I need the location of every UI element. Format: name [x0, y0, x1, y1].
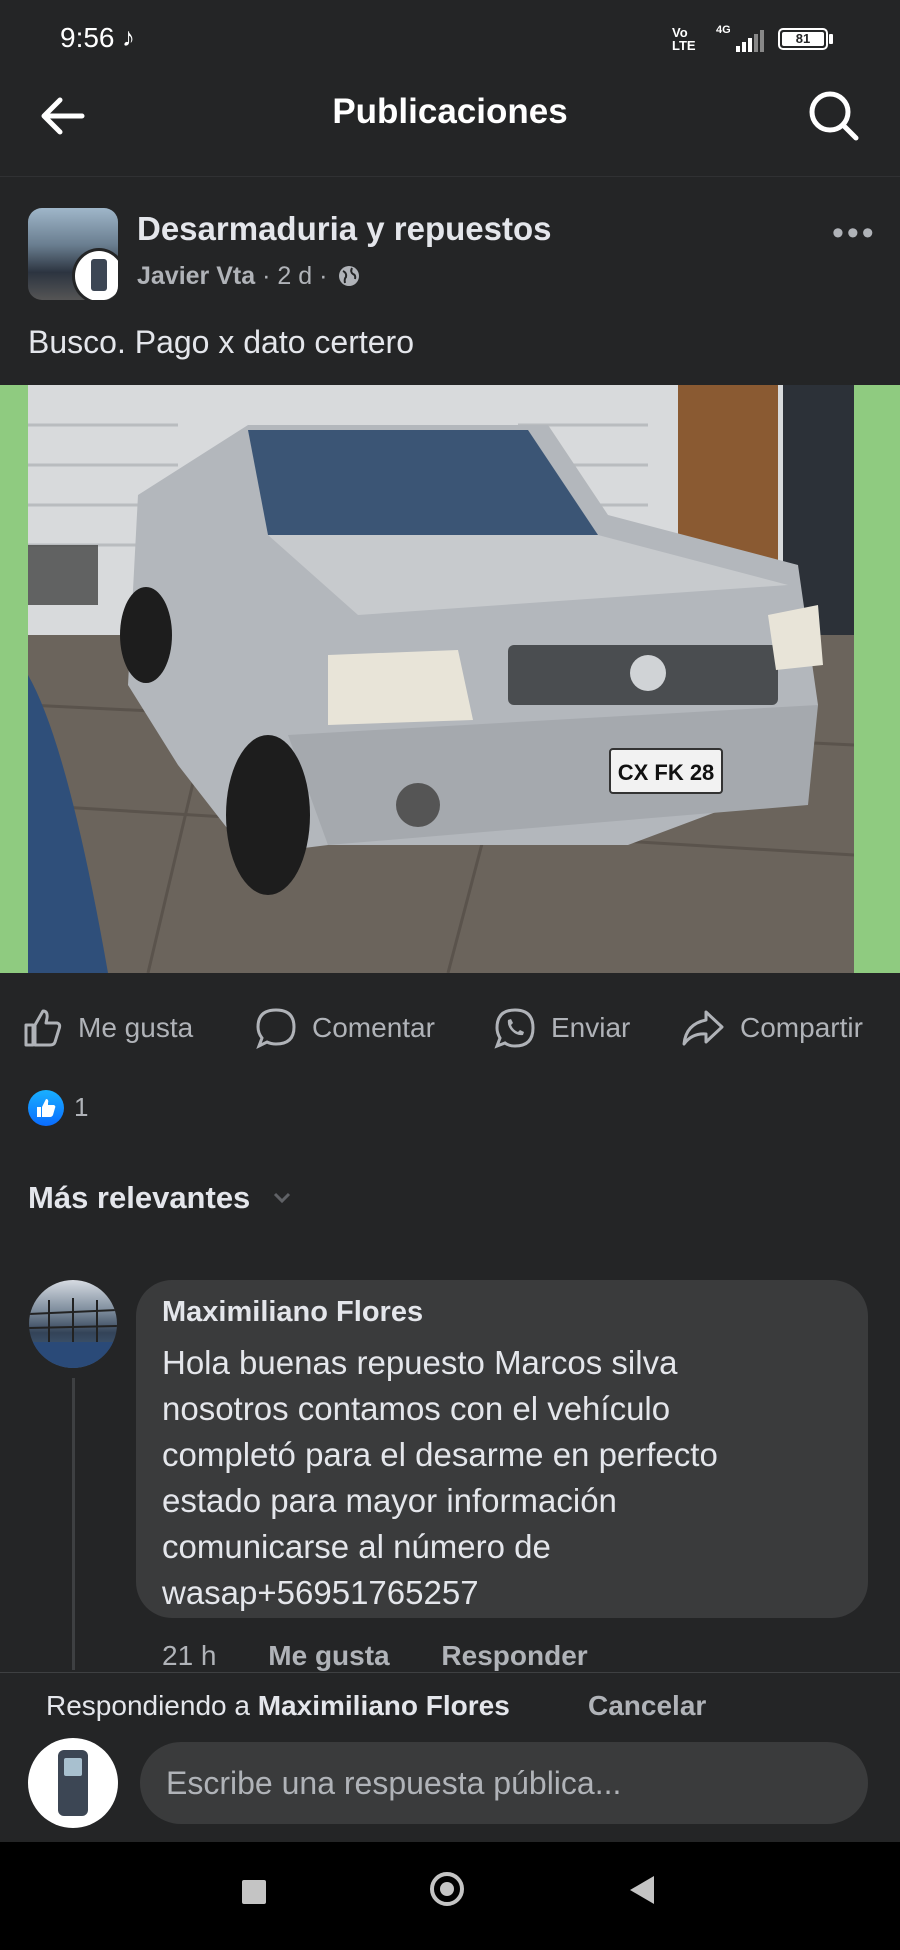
chevron-down-icon[interactable]: [272, 1190, 292, 1206]
share-button[interactable]: Compartir: [680, 1000, 863, 1056]
replying-to-name: Maximiliano Flores: [257, 1690, 510, 1721]
post-author[interactable]: Javier Vta: [137, 262, 255, 290]
comment-like-button[interactable]: Me gusta: [268, 1640, 389, 1671]
comment-author[interactable]: Maximiliano Flores: [162, 1296, 423, 1329]
like-reaction-icon[interactable]: [28, 1090, 64, 1126]
volte-indicator: Vo LTE: [672, 25, 696, 53]
user-avatar: [28, 1738, 118, 1828]
comment-time: 21 h: [162, 1640, 217, 1671]
globe-icon: [339, 266, 360, 286]
comment-bubble-icon: [256, 1008, 296, 1050]
header-divider: [0, 176, 900, 177]
tiktok-notification-icon: ♪: [122, 22, 135, 52]
post-time: 2 d: [277, 262, 313, 290]
status-bar: 9:56 ♪ Vo LTE 4G 81: [0, 0, 900, 80]
whatsapp-icon: [494, 1008, 535, 1049]
comment-text: Hola buenas repuesto Marcos silva nosotr…: [162, 1344, 718, 1611]
replying-to-label: Respondiendo a Maximiliano Flores: [46, 1690, 510, 1721]
nav-back-icon[interactable]: [630, 1876, 654, 1904]
share-arrow-icon: [682, 1010, 724, 1046]
battery-icon: 81: [778, 28, 828, 50]
battery-nub: [829, 34, 833, 44]
post-meta: Javier Vta · 2 d ·: [137, 262, 360, 291]
post-photo[interactable]: CX FK 28: [0, 385, 900, 973]
thumbs-up-icon: [24, 1009, 62, 1047]
post-text: Busco. Pago x dato certero: [28, 324, 414, 360]
group-avatar[interactable]: [28, 208, 118, 300]
reply-input[interactable]: [140, 1742, 868, 1824]
pickup-truck-image: CX FK 28: [28, 385, 854, 973]
status-time: 9:56: [60, 22, 115, 53]
author-mini-avatar: [72, 248, 118, 300]
search-icon[interactable]: [806, 88, 862, 144]
comment-actions: 21 h Me gusta Responder: [162, 1640, 632, 1672]
page-title: Publicaciones: [332, 92, 568, 131]
group-name[interactable]: Desarmaduria y repuestos: [137, 210, 552, 248]
comments-sort-dropdown[interactable]: Más relevantes: [28, 1180, 250, 1216]
network-type: 4G: [716, 24, 731, 36]
like-button[interactable]: Me gusta: [22, 1000, 193, 1056]
comment-button[interactable]: Comentar: [254, 1000, 435, 1056]
home-icon[interactable]: [430, 1872, 464, 1906]
thread-line: [72, 1378, 75, 1670]
cancel-reply-button[interactable]: Cancelar: [588, 1690, 706, 1722]
signal-icon: [736, 30, 764, 52]
commenter-avatar[interactable]: [29, 1280, 117, 1368]
comment-reply-button[interactable]: Responder: [441, 1640, 587, 1671]
reaction-count[interactable]: 1: [74, 1092, 88, 1123]
recent-apps-icon[interactable]: [242, 1880, 266, 1904]
more-options-icon[interactable]: •••: [832, 214, 877, 253]
send-whatsapp-button[interactable]: Enviar: [493, 1000, 630, 1056]
license-plate-text: CX FK 28: [618, 760, 715, 785]
